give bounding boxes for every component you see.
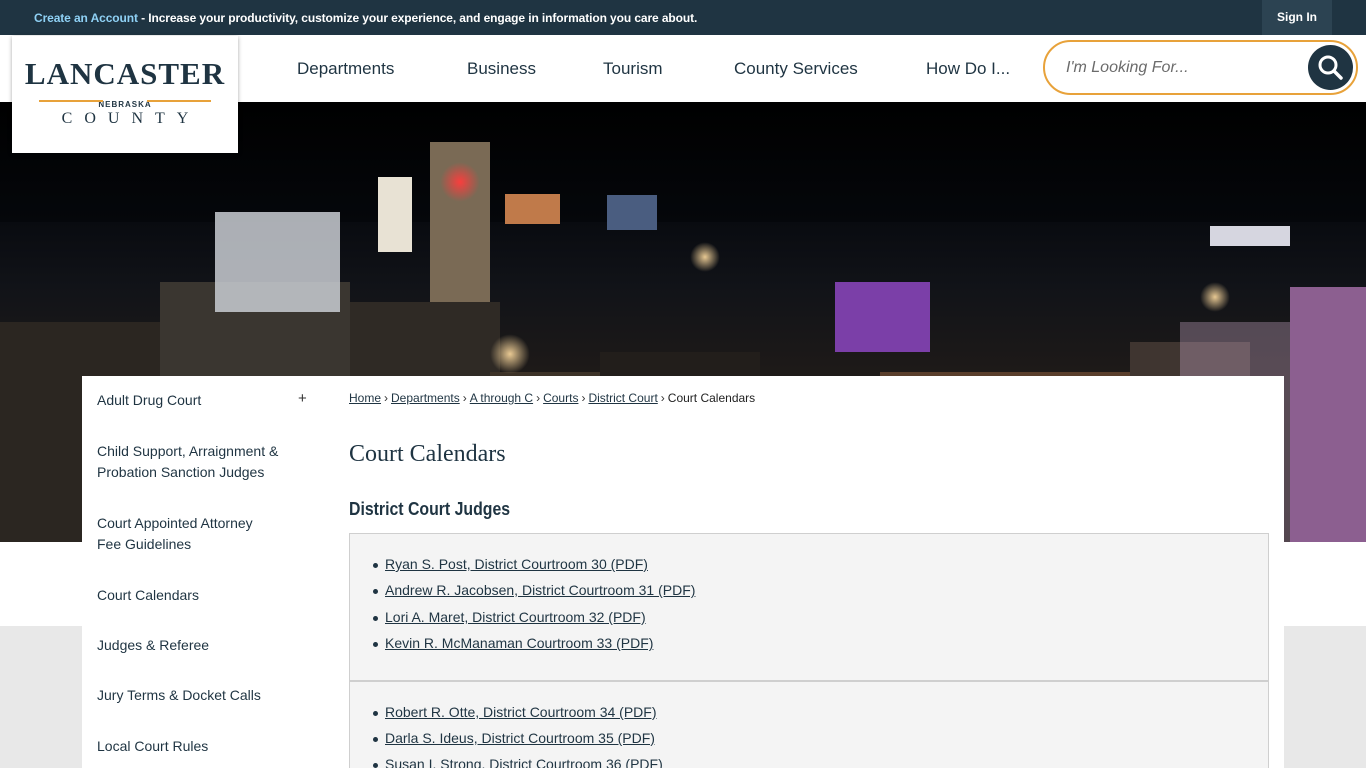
main-content: Home › Departments › A through C › Courts › Dist… (323, 376, 1284, 768)
logo-rule-left (39, 100, 103, 102)
building (215, 212, 340, 312)
calendar-pdf-link[interactable]: Ryan S. Post, District Courtroom 30 (PDF… (373, 556, 648, 572)
nav-how-do-i[interactable]: How Do I... (926, 59, 1010, 79)
sidebar-item-court-calendars[interactable]: Court Calendars (97, 585, 307, 606)
logo-rule-right (147, 100, 211, 102)
calendar-pdf-link[interactable]: Andrew R. Jacobsen, District Courtroom 3… (372, 582, 695, 598)
top-utility-bar: Create an Account - Increase your produc… (0, 0, 1366, 35)
logo-lancaster: LANCASTER (24, 56, 226, 91)
sidebar-item-child-support[interactable]: Child Support, Arraignment & Probation S… (97, 441, 287, 483)
sidebar-item-local-court-rules[interactable]: Local Court Rules (97, 736, 307, 757)
calendar-pdf-link[interactable]: Darla S. Ideus, District Courtroom 35 (P… (373, 730, 655, 746)
nav-county-services[interactable]: County Services (734, 59, 858, 79)
building (607, 195, 657, 230)
account-benefits-text: - Increase your productivity, customize … (137, 11, 698, 25)
calendar-pdf-link[interactable]: Susan I. Strong, District Courtroom 36 (… (373, 756, 663, 768)
breadcrumb-home[interactable]: Home (349, 391, 381, 405)
nav-business[interactable]: Business (467, 59, 536, 79)
breadcrumb-separator: › (581, 391, 586, 405)
logo-divider: NEBRASKA (39, 94, 211, 109)
expand-icon[interactable]: + (298, 390, 307, 407)
sign-in-button[interactable]: Sign In (1262, 0, 1332, 35)
breadcrumb-district-court[interactable]: District Court (588, 391, 657, 405)
sidebar-item-judges-referee[interactable]: Judges & Referee (97, 635, 307, 656)
breadcrumb-separator: › (384, 391, 389, 405)
street-light (490, 334, 530, 374)
judges-panel: Ryan S. Post, District Courtroom 30 (PDF… (349, 533, 1269, 681)
create-account-message: Create an Account - Increase your produc… (34, 11, 697, 25)
building (505, 194, 560, 224)
breadcrumb-current: Court Calendars (667, 391, 756, 405)
street-light (690, 242, 720, 272)
section-heading: District Court Judges (349, 499, 511, 519)
nav-tourism[interactable]: Tourism (603, 59, 663, 79)
search-box[interactable]: I'm Looking For... (1043, 40, 1358, 95)
purple-tower (1290, 287, 1366, 542)
red-light (440, 162, 480, 202)
breadcrumb-separator: › (536, 391, 541, 405)
create-account-link[interactable]: Create an Account (34, 11, 138, 25)
calendar-pdf-link[interactable]: Robert R. Otte, District Courtroom 34 (P… (373, 704, 657, 720)
street-light (1200, 282, 1230, 312)
calendar-pdf-link[interactable]: Lori A. Maret, District Courtroom 32 (PD… (373, 609, 646, 625)
search-button[interactable] (1308, 45, 1353, 90)
building (1210, 226, 1290, 246)
search-icon (1318, 55, 1343, 80)
search-input[interactable]: I'm Looking For... (1066, 59, 1189, 77)
nav-departments[interactable]: Departments (297, 59, 394, 79)
judges-panel: Robert R. Otte, District Courtroom 34 (P… (349, 681, 1269, 768)
logo-nebraska: NEBRASKA (98, 100, 152, 109)
sidebar-item-court-appointed-attorney[interactable]: Court Appointed Attorney Fee Guidelines (97, 513, 277, 555)
page-title: Court Calendars (349, 441, 506, 467)
breadcrumb-separator: › (462, 391, 467, 405)
logo-county: COUNTY (61, 110, 201, 127)
sidebar-item-jury-terms[interactable]: Jury Terms & Docket Calls (97, 685, 307, 706)
purple-lit-building (835, 282, 930, 352)
calendar-pdf-link[interactable]: Kevin R. McManaman Courtroom 33 (PDF) (372, 635, 653, 651)
capitol-tower (378, 177, 412, 252)
sidebar-item-adult-drug-court[interactable]: Adult Drug Court (97, 390, 307, 411)
breadcrumb-a-through-c[interactable]: A through C (470, 391, 533, 405)
breadcrumb-departments[interactable]: Departments (391, 391, 460, 405)
county-logo[interactable]: LANCASTER NEBRASKA COUNTY (12, 36, 238, 153)
breadcrumb: Home › Departments › A through C › Courts › Dist… (349, 391, 755, 405)
sidebar-nav: Adult Drug Court + Child Support, Arraig… (82, 376, 323, 768)
breadcrumb-courts[interactable]: Courts (543, 391, 578, 405)
breadcrumb-separator: › (660, 391, 665, 405)
